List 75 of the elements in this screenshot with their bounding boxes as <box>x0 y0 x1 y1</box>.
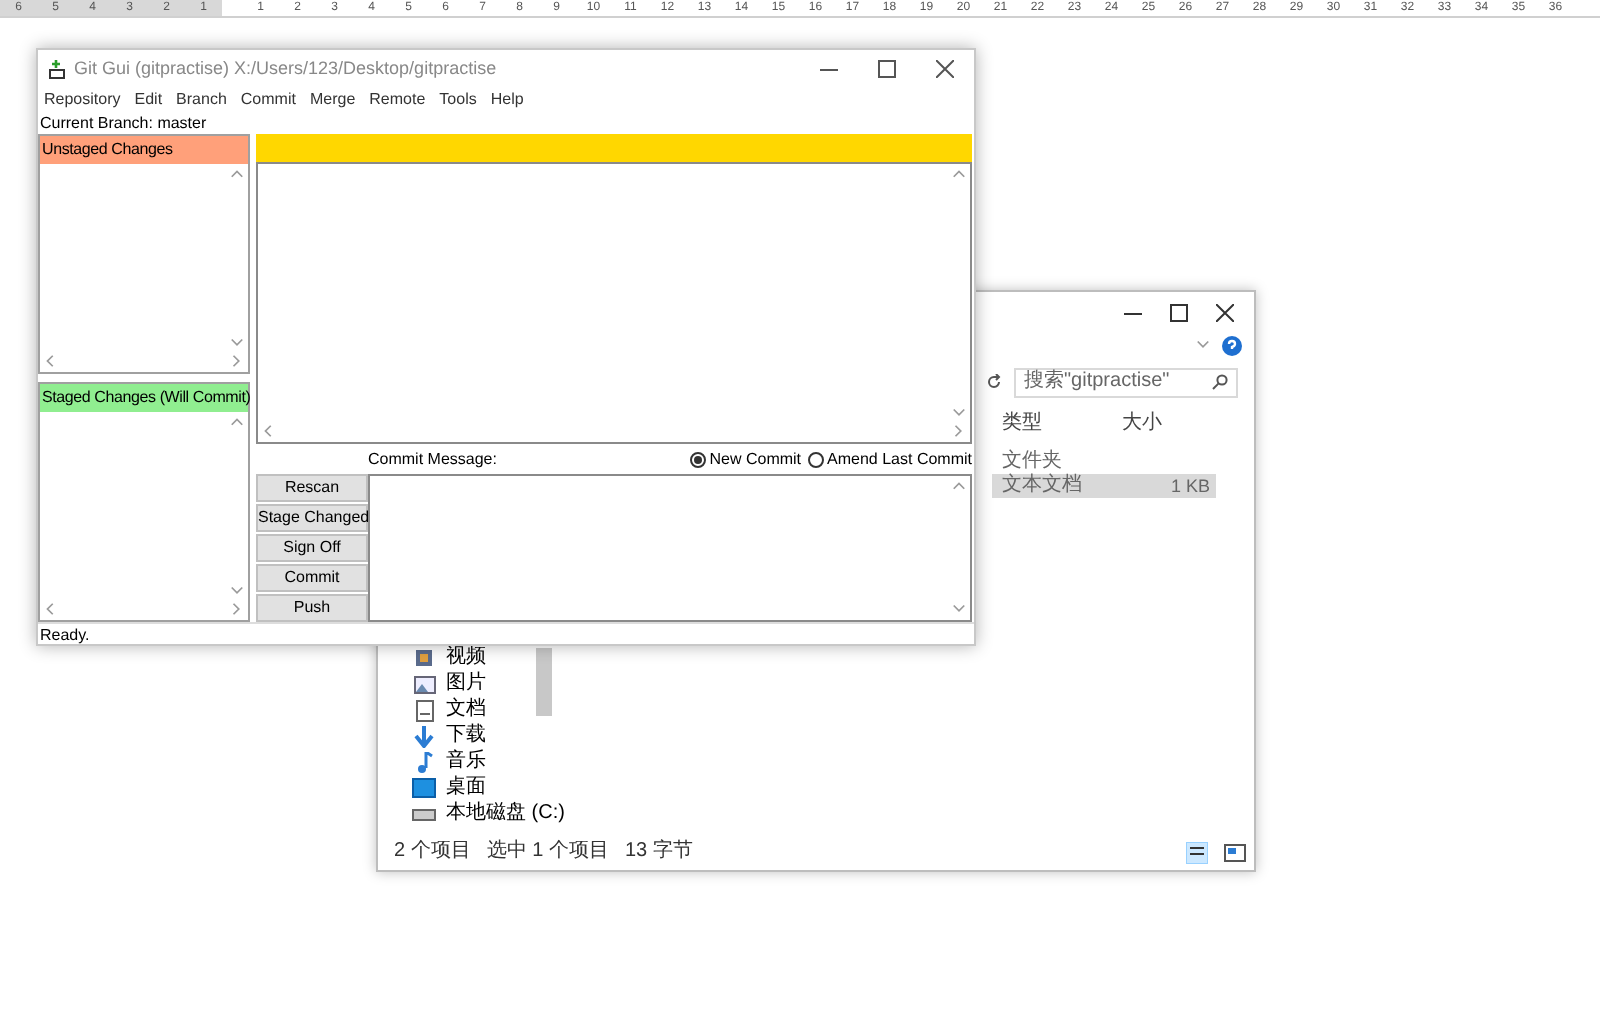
expand-ribbon-icon[interactable] <box>1196 338 1210 352</box>
scroll-left-icon[interactable] <box>262 424 276 438</box>
nav-item[interactable]: 桌面 <box>446 778 486 798</box>
scroll-down-icon[interactable] <box>230 584 244 598</box>
commit-message-label: Commit Message: <box>368 447 497 471</box>
refresh-icon[interactable] <box>986 374 1002 390</box>
file-row[interactable]: 文本文档 1 KB <box>992 474 1216 498</box>
search-icon <box>1212 374 1228 390</box>
menu-item[interactable]: Remote <box>369 88 426 112</box>
file-size: 1 KB <box>1168 476 1212 496</box>
scroll-down-icon[interactable] <box>230 336 244 350</box>
radio-label[interactable]: Amend Last Commit <box>827 447 972 471</box>
nav-item[interactable]: 下载 <box>446 726 486 746</box>
column-header[interactable]: 大小 <box>1122 407 1212 437</box>
search-field[interactable]: 搜索"gitpractise" <box>1014 367 1238 397</box>
details-view-icon[interactable] <box>1186 841 1208 863</box>
scrollbar-thumb[interactable] <box>536 648 552 716</box>
scroll-left-icon[interactable] <box>44 354 58 368</box>
section-header: Staged Changes (Will Commit) <box>40 384 248 412</box>
action-button[interactable]: Stage Changed <box>256 504 368 532</box>
menu-item[interactable]: Help <box>490 88 524 112</box>
menu-item[interactable]: Branch <box>176 88 227 112</box>
action-button[interactable]: Commit <box>256 564 368 592</box>
music-note-icon <box>415 751 433 773</box>
file-row[interactable]: 文件夹 <box>992 450 1216 474</box>
action-button[interactable]: Sign Off <box>256 534 368 562</box>
maximize-icon[interactable] <box>1170 303 1188 321</box>
radio-button[interactable] <box>689 451 706 467</box>
current-branch: Current Branch: master <box>38 112 209 134</box>
tiles-view-icon[interactable] <box>1224 843 1246 861</box>
menu-item[interactable]: Merge <box>309 88 356 112</box>
document-icon <box>415 699 433 721</box>
window-title: Git Gui (gitpractise) X:/Users/123/Desktop/gitpractise <box>74 55 497 82</box>
scroll-up-icon[interactable] <box>952 168 966 182</box>
section-header: Unstaged Changes <box>40 136 248 164</box>
file-type: 文本文档 <box>1000 476 1084 496</box>
status-text: 13 字节 <box>624 842 693 862</box>
help-icon[interactable] <box>1222 335 1242 355</box>
radio-button[interactable] <box>807 451 824 467</box>
nav-item[interactable]: 视频 <box>446 648 486 668</box>
commit-message-field[interactable] <box>368 474 972 622</box>
close-icon[interactable] <box>936 60 954 78</box>
scroll-left-icon[interactable] <box>44 602 58 616</box>
menu-item[interactable]: Repository <box>44 88 121 112</box>
scroll-right-icon[interactable] <box>230 602 244 616</box>
scroll-up-icon[interactable] <box>230 416 244 430</box>
scroll-down-icon[interactable] <box>952 406 966 420</box>
maximize-icon[interactable] <box>878 60 896 78</box>
film-icon <box>414 648 434 668</box>
scroll-right-icon[interactable] <box>230 354 244 368</box>
nav-item[interactable]: 音乐 <box>446 752 486 772</box>
status-text: 选中 1 个项目 <box>486 842 609 862</box>
download-arrow-icon <box>414 725 434 747</box>
action-button[interactable]: Push <box>256 594 368 622</box>
drive-icon <box>412 807 436 821</box>
menu-item[interactable]: Edit <box>134 88 163 112</box>
menu-item[interactable]: Commit <box>240 88 296 112</box>
nav-item[interactable]: 文档 <box>446 700 486 720</box>
file-type: 文件夹 <box>1000 452 1064 472</box>
nav-item[interactable]: 本地磁盘 (C:) <box>446 804 565 824</box>
status-text: 2 个项目 <box>394 842 471 862</box>
scroll-down-icon[interactable] <box>952 602 966 616</box>
scroll-up-icon[interactable] <box>952 480 966 494</box>
nav-item[interactable]: 图片 <box>446 674 486 694</box>
action-button[interactable]: Rescan <box>256 474 368 502</box>
menu-item[interactable]: Tools <box>439 88 477 112</box>
status-text: Ready. <box>38 622 974 644</box>
image-icon <box>413 675 435 693</box>
close-icon[interactable] <box>1216 303 1234 321</box>
desktop-icon <box>412 778 436 798</box>
radio-label[interactable]: New Commit <box>709 447 802 471</box>
app-icon <box>48 59 66 79</box>
scroll-up-icon[interactable] <box>230 168 244 182</box>
scroll-right-icon[interactable] <box>952 424 966 438</box>
column-header[interactable]: 类型 <box>992 407 1122 437</box>
